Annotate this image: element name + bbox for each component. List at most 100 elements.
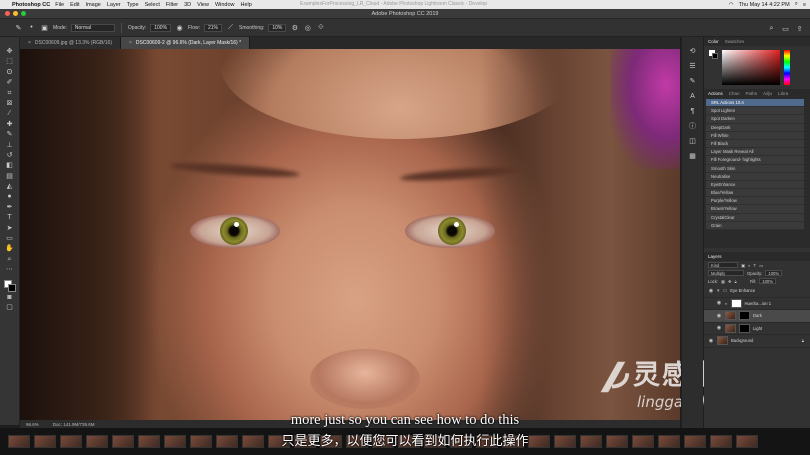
blur-tool-icon[interactable]: ◭ <box>5 182 15 191</box>
action-item[interactable]: SRL Actions 10.4 <box>706 99 804 108</box>
pen-tool-icon[interactable]: ✒ <box>5 203 15 212</box>
lock-position-icon[interactable]: ✥ <box>728 279 732 284</box>
filter-pixel-icon[interactable]: ▣ <box>741 263 745 268</box>
visibility-eye-icon[interactable]: ◉ <box>716 300 722 306</box>
move-tool-icon[interactable]: ✥ <box>5 47 15 56</box>
layer-filter-select[interactable]: Kind <box>708 262 738 268</box>
blend-mode-select[interactable]: Multiply <box>708 270 744 276</box>
menu-select[interactable]: Select <box>145 2 160 8</box>
color-picker-field[interactable] <box>722 50 780 85</box>
menu-window[interactable]: Window <box>215 2 235 8</box>
app-menu[interactable]: Photoshop CC <box>12 2 50 8</box>
action-item[interactable]: Layer Mask Reveal All <box>706 148 804 157</box>
tab-swatches[interactable]: Swatches <box>725 39 745 44</box>
brush-panel-icon[interactable]: ✎ <box>688 77 698 86</box>
eyedropper-tool-icon[interactable]: ⁄ <box>5 109 15 118</box>
history-brush-tool-icon[interactable]: ↺ <box>5 151 15 160</box>
layer-thumbnail[interactable] <box>725 311 736 321</box>
screen-mode-icon[interactable]: ▢ <box>5 303 15 312</box>
action-item[interactable]: EyeEnhance <box>706 180 804 190</box>
layer-row[interactable]: ◉ Light <box>704 323 810 335</box>
layer-row[interactable]: ◉ ◐ Hue/Sa...ion 1 <box>704 298 810 310</box>
close-tab-icon[interactable]: × <box>129 40 132 46</box>
lock-pixels-icon[interactable]: ▦ <box>721 279 725 284</box>
hand-tool-icon[interactable]: ✋ <box>5 244 15 253</box>
brush-tool-icon[interactable]: ✎ <box>14 23 23 32</box>
visibility-eye-icon[interactable]: ◉ <box>716 313 722 319</box>
path-select-tool-icon[interactable]: ➤ <box>5 224 15 233</box>
opacity-input[interactable]: 100% <box>150 23 172 32</box>
workspace-icon[interactable]: ▭ <box>781 24 790 33</box>
smoothing-input[interactable]: 10% <box>268 23 287 32</box>
layer-row-background[interactable]: ◉ Background 🔒︎ <box>704 335 810 348</box>
close-tab-icon[interactable]: × <box>28 40 31 46</box>
chevron-down-icon[interactable]: ▾ <box>717 288 720 294</box>
brush-size-icon[interactable]: • <box>27 23 36 32</box>
action-item[interactable]: Fill White <box>706 131 804 140</box>
layer-mask-thumbnail[interactable] <box>739 311 750 321</box>
document-canvas[interactable] <box>20 49 680 420</box>
filter-adjustment-icon[interactable]: ◐ <box>748 263 751 268</box>
visibility-eye-icon[interactable]: ◉ <box>716 325 722 331</box>
search-icon[interactable]: ⌕ <box>795 1 798 8</box>
action-item[interactable]: Grain <box>706 221 804 230</box>
zoom-window-button[interactable] <box>21 11 26 16</box>
clock[interactable]: Thu May 14 4:22 PM <box>739 2 790 8</box>
tab-adjustments[interactable]: Adju <box>763 91 772 96</box>
quick-select-tool-icon[interactable]: ✐ <box>5 78 15 87</box>
tab-dsc00609-2[interactable]: × DSC00609-2 @ 96.6% (Dark, Layer Mask/16… <box>120 37 251 49</box>
more-tools-icon[interactable]: ⋯ <box>5 265 15 274</box>
action-item[interactable]: Blue/Yellow <box>706 189 804 198</box>
menu-help[interactable]: Help <box>241 2 252 8</box>
layer-thumbnail[interactable] <box>717 336 728 346</box>
clone-stamp-tool-icon[interactable]: ⊥ <box>5 141 15 150</box>
layer-mask-thumbnail[interactable] <box>739 323 750 333</box>
symmetry-icon[interactable]: ⟐ <box>316 23 325 32</box>
glyphs-panel-icon[interactable]: A <box>688 92 698 101</box>
layers-panel-title[interactable]: Layers <box>704 252 810 261</box>
menu-3d[interactable]: 3D <box>184 2 191 8</box>
tab-dsc00609-jpg[interactable]: × DSC00609.jpg @ 13.3% (RGB/16) <box>20 37 121 49</box>
action-item[interactable]: Fill Foreground- highlights <box>706 156 804 165</box>
brush-tool-icon[interactable]: ✎ <box>5 130 15 139</box>
visibility-eye-icon[interactable]: ◉ <box>708 338 714 344</box>
action-item[interactable]: Neutralise <box>706 172 804 181</box>
pressure-opacity-icon[interactable]: ◉ <box>175 23 184 32</box>
action-item[interactable]: DeepDark <box>706 123 804 132</box>
zoom-tool-icon[interactable]: ⌕ <box>5 255 15 264</box>
menu-view[interactable]: View <box>197 2 209 8</box>
share-icon[interactable]: ⇪ <box>795 24 804 33</box>
lock-all-icon[interactable]: 🔒︎ <box>735 279 737 284</box>
action-item[interactable]: CrystalClear <box>706 213 804 222</box>
layer-thumbnail[interactable] <box>725 323 736 333</box>
menu-edit[interactable]: Edit <box>70 2 79 8</box>
airbrush-icon[interactable]: ⟋ <box>226 23 235 32</box>
rectangle-tool-icon[interactable]: ▭ <box>5 234 15 243</box>
action-item[interactable]: Purple/Yellow <box>706 197 804 206</box>
filter-shape-icon[interactable]: ▭ <box>759 263 763 268</box>
pressure-size-icon[interactable]: ◎ <box>303 23 312 32</box>
action-item[interactable]: Spot Lighten <box>706 107 804 116</box>
crop-tool-icon[interactable]: ⌗ <box>5 89 15 98</box>
visibility-eye-icon[interactable]: ◉ <box>708 288 714 294</box>
healing-tool-icon[interactable]: ✚ <box>5 120 15 129</box>
tab-channels[interactable]: Chan <box>729 91 740 96</box>
filter-type-icon[interactable]: T <box>754 263 757 268</box>
background-color[interactable] <box>7 283 16 292</box>
frame-tool-icon[interactable]: ⊠ <box>5 99 15 108</box>
smoothing-options-icon[interactable]: ⚙ <box>290 23 299 32</box>
navigator-panel-icon[interactable]: ◫ <box>688 137 698 146</box>
layer-mask-thumbnail[interactable] <box>730 298 742 308</box>
search-icon[interactable]: ⌕ <box>767 24 776 33</box>
minimize-window-button[interactable] <box>13 11 18 16</box>
menu-image[interactable]: Image <box>86 2 101 8</box>
menu-layer[interactable]: Layer <box>107 2 121 8</box>
tab-paths[interactable]: Paths <box>746 91 758 96</box>
color-swatches[interactable] <box>3 279 16 292</box>
close-window-button[interactable] <box>5 11 10 16</box>
styles-panel-icon[interactable]: ▦ <box>688 152 698 161</box>
layer-opacity-input[interactable]: 100% <box>765 270 783 276</box>
eraser-tool-icon[interactable]: ◧ <box>5 161 15 170</box>
lasso-tool-icon[interactable]: ʘ <box>5 68 15 77</box>
dodge-tool-icon[interactable]: ● <box>5 192 15 201</box>
